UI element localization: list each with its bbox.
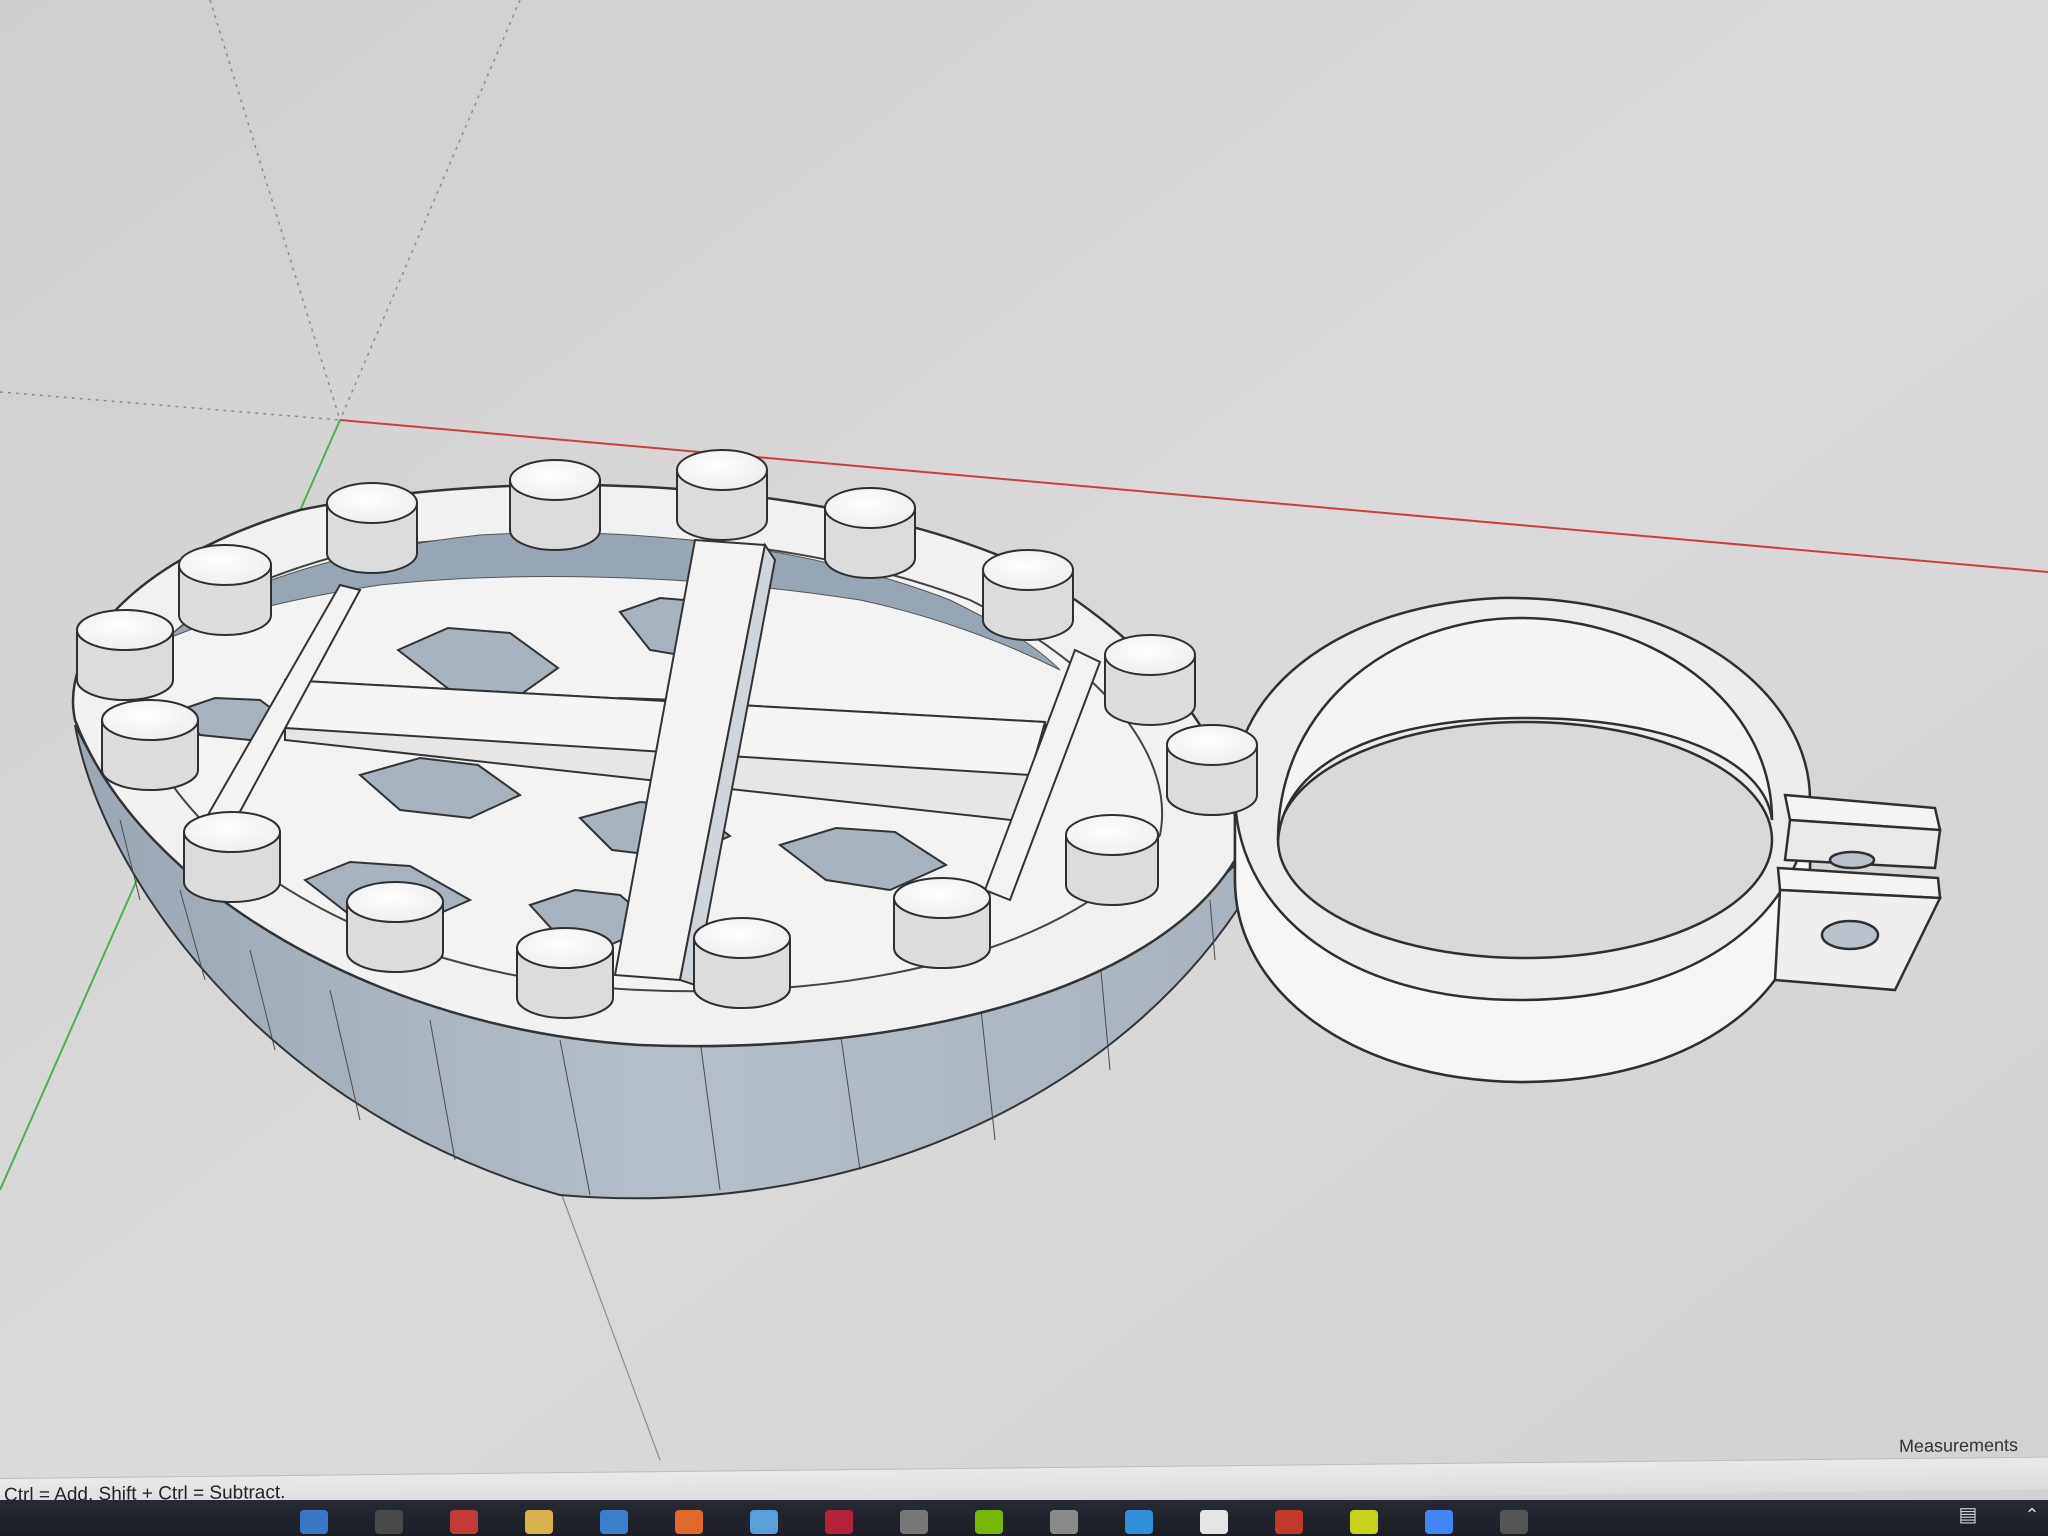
amd-icon[interactable] xyxy=(1275,1510,1303,1534)
notifications-icon[interactable]: ▤ xyxy=(1948,1502,1988,1528)
chrome-icon[interactable] xyxy=(1425,1510,1453,1534)
store-icon[interactable] xyxy=(375,1510,403,1534)
post xyxy=(693,917,791,1009)
files-icon[interactable] xyxy=(1050,1510,1078,1534)
post xyxy=(101,699,199,791)
taskbar: ▤ ⌃ xyxy=(0,1500,2048,1536)
post xyxy=(893,877,991,969)
modeling-viewport[interactable] xyxy=(0,0,2048,1536)
post xyxy=(676,449,768,541)
clamp-bolt-hole xyxy=(1820,919,1880,951)
clamp-bolt-hole xyxy=(1828,850,1876,870)
mail-icon[interactable] xyxy=(600,1510,628,1534)
terminal-icon[interactable] xyxy=(900,1510,928,1534)
post xyxy=(346,881,444,973)
folder-icon[interactable] xyxy=(525,1510,553,1534)
post xyxy=(326,482,418,574)
post xyxy=(982,549,1074,641)
chevron-up-icon[interactable]: ⌃ xyxy=(2022,1502,2042,1528)
sketchup-icon[interactable] xyxy=(675,1510,703,1534)
post xyxy=(183,811,281,903)
media-icon[interactable] xyxy=(825,1510,853,1534)
calc-icon[interactable] xyxy=(750,1510,778,1534)
post xyxy=(516,927,614,1019)
nvidia-icon[interactable] xyxy=(975,1510,1003,1534)
cube-icon[interactable] xyxy=(1350,1510,1378,1534)
post xyxy=(509,459,601,551)
record-icon[interactable] xyxy=(450,1510,478,1534)
post xyxy=(1065,814,1159,906)
ylauncher-icon[interactable] xyxy=(1200,1510,1228,1534)
post xyxy=(178,544,272,636)
settings-icon[interactable] xyxy=(1500,1510,1528,1534)
ring-inner-opening xyxy=(1276,720,1774,960)
connector-post xyxy=(1166,724,1258,816)
post xyxy=(1104,634,1196,726)
photo-icon[interactable] xyxy=(1125,1510,1153,1534)
explorer-icon[interactable] xyxy=(300,1510,328,1534)
post xyxy=(76,609,174,701)
post xyxy=(824,487,916,579)
measurements-label[interactable]: Measurements xyxy=(1899,1435,2018,1457)
